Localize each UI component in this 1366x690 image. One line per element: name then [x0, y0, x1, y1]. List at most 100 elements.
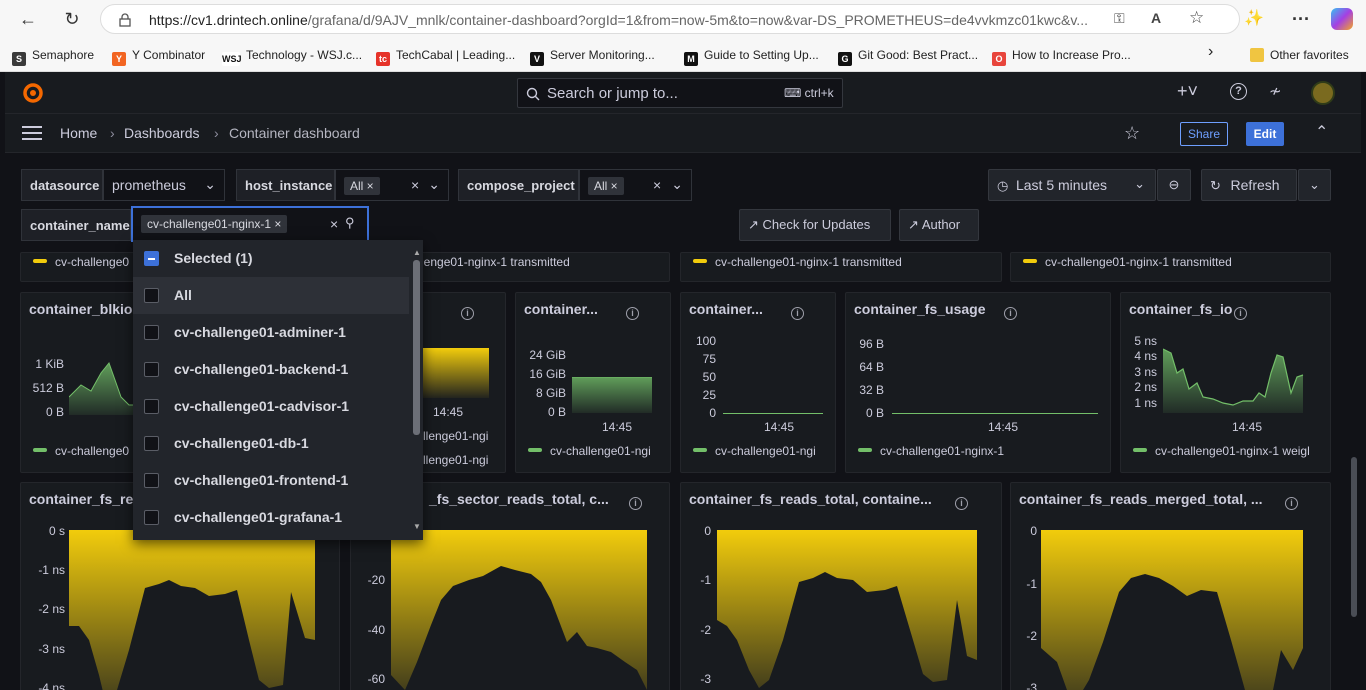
chevron-right-icon[interactable]: › — [1208, 44, 1213, 60]
read-aloud-icon[interactable]: A — [1151, 10, 1161, 26]
page-scrollbar[interactable] — [1351, 457, 1357, 617]
help-icon[interactable]: ? — [1230, 83, 1247, 100]
clear-icon[interactable]: × — [653, 177, 661, 193]
legend-item[interactable]: cv-challenge01-nginx-1 weigl — [1133, 444, 1310, 458]
panel-container-fs-io[interactable]: container_fs_io i 5 ns 4 ns 3 ns 2 ns 1 … — [1120, 292, 1331, 473]
check-updates-link[interactable]: ↗ Check for Updates — [739, 209, 891, 241]
y-tick: 0 s — [48, 524, 65, 538]
menu-icon[interactable] — [22, 126, 42, 140]
y-tick: 1 ns — [1134, 396, 1157, 410]
refresh-button[interactable]: ↻ Refresh — [1201, 169, 1297, 201]
info-icon[interactable]: i — [791, 303, 804, 321]
dropdown-option[interactable]: cv-challenge01-grafana-1 — [133, 499, 409, 536]
checkbox-icon — [144, 362, 159, 377]
info-icon[interactable]: i — [955, 493, 968, 511]
other-favorites[interactable]: Other favorites — [1250, 47, 1349, 63]
info-icon[interactable]: i — [461, 303, 474, 321]
panel-container-fs-reads-total[interactable]: container_fs_reads_total, containe... i … — [680, 482, 1002, 690]
server-monitoring-icon: V — [530, 52, 544, 66]
breadcrumb-home[interactable]: Home — [60, 125, 97, 141]
bookmark-semaphore[interactable]: S Semaphore — [12, 47, 94, 66]
chevron-down-icon: ⌄ — [671, 176, 683, 192]
dropdown-option[interactable]: All — [133, 277, 409, 314]
legend-item[interactable]: llenge01-ngi — [423, 429, 488, 443]
zoom-out-button[interactable]: ⊖ — [1157, 169, 1191, 201]
copilot-icon[interactable] — [1331, 8, 1353, 30]
var-datasource-select[interactable]: prometheus ⌄ — [103, 169, 225, 201]
reload-icon[interactable]: ↻ — [58, 6, 86, 32]
var-host-instance-select[interactable]: All × × ⌄ — [335, 169, 449, 201]
breadcrumb-dashboards[interactable]: Dashboards — [124, 125, 200, 141]
legend-item[interactable]: cv-challenge01-nginx-1 transmitted — [693, 255, 902, 269]
scroll-down-icon[interactable]: ▼ — [413, 522, 421, 531]
avatar[interactable] — [1311, 81, 1335, 105]
y-tick: -2 — [1026, 629, 1037, 643]
search-input[interactable]: Search or jump to... ⌨ ctrl+k — [517, 78, 843, 108]
info-icon[interactable]: i — [1004, 303, 1017, 321]
panel-container-fs-reads-merged[interactable]: container_fs_reads_merged_total, ... i 0… — [1010, 482, 1331, 690]
bookmark-techcabal[interactable]: tc TechCabal | Leading... — [376, 47, 515, 66]
legend-item[interactable]: cv-challenge01-ngi — [693, 444, 816, 458]
dropdown-option[interactable]: cv-challenge01-db-1 — [133, 425, 409, 462]
chevron-up-icon[interactable]: ⌃ — [1315, 122, 1328, 142]
scroll-up-icon[interactable]: ▲ — [413, 248, 421, 257]
legend-item[interactable]: cv-challenge0 — [33, 255, 129, 269]
y-tick: -1 — [700, 573, 711, 587]
panel-container-cpu[interactable]: container... i 100 75 50 25 0 14:45 cv-c… — [680, 292, 836, 473]
extensions-icon[interactable]: ✨ — [1240, 6, 1268, 32]
dropdown-selected-header[interactable]: Selected (1) — [133, 240, 409, 277]
rss-icon[interactable]: ≁ — [1269, 82, 1282, 100]
dropdown-option[interactable]: cv-challenge01-backend-1 — [133, 351, 409, 388]
author-link[interactable]: ↗ Author — [899, 209, 979, 241]
clock-icon: ◷ — [997, 178, 1009, 193]
info-icon[interactable]: i — [1285, 493, 1298, 511]
bookmark-guide[interactable]: M Guide to Setting Up... — [684, 47, 819, 66]
y-tick: 0 B — [547, 405, 566, 419]
bookmark-ycombinator[interactable]: YY Combinator — [112, 47, 205, 66]
more-icon[interactable]: ··· — [1287, 6, 1315, 32]
bookmark-wsj[interactable]: WSJ Technology - WSJ.c... — [222, 47, 362, 66]
key-icon[interactable]: ⚿ — [1114, 10, 1125, 27]
refresh-interval-button[interactable]: ⌄ — [1298, 169, 1331, 201]
var-container-name-select[interactable]: cv-challenge01-nginx-1 × × ⚲ — [131, 206, 369, 242]
address-bar[interactable]: https://cv1.drintech.online/grafana/d/9A… — [100, 4, 1240, 34]
add-new-icon[interactable]: +˅ — [1177, 81, 1198, 102]
panel-container-mem[interactable]: container... i 24 GiB 16 GiB 8 GiB 0 B 1… — [515, 292, 671, 473]
panel-container-fs-usage[interactable]: container_fs_usage i 96 B 64 B 32 B 0 B … — [845, 292, 1111, 473]
bookmark-increase[interactable]: O How to Increase Pro... — [992, 47, 1131, 66]
star-icon[interactable]: ☆ — [1124, 123, 1140, 144]
legend-item[interactable]: cv-challenge0 — [33, 444, 129, 458]
info-icon[interactable]: i — [1234, 303, 1247, 321]
bookmark-git-good[interactable]: G Git Good: Best Pract... — [838, 47, 978, 66]
y-tick: -1 ns — [38, 563, 65, 577]
fs-reads-merged-chart — [1041, 530, 1303, 690]
dropdown-scrollbar[interactable] — [413, 260, 420, 435]
share-button[interactable]: Share — [1180, 122, 1228, 146]
var-compose-project-select[interactable]: All × × ⌄ — [579, 169, 692, 201]
clear-icon[interactable]: × — [411, 177, 419, 193]
favorite-star-icon[interactable]: ☆ — [1189, 8, 1204, 28]
back-icon[interactable]: ← — [14, 6, 42, 32]
fs-usage-series-line — [892, 413, 1098, 414]
panel-title: container... — [689, 301, 763, 317]
info-icon[interactable]: i — [629, 493, 642, 511]
info-icon[interactable]: i — [626, 303, 639, 321]
compose-chip[interactable]: All × — [588, 177, 624, 195]
host-chip[interactable]: All × — [344, 177, 380, 195]
edit-button[interactable]: Edit — [1246, 122, 1284, 146]
bookmark-server-monitoring[interactable]: V Server Monitoring... — [530, 47, 655, 66]
dropdown-option[interactable]: cv-challenge01-cadvisor-1 — [133, 388, 409, 425]
dropdown-option[interactable]: cv-challenge01-adminer-1 — [133, 314, 409, 351]
dropdown-option[interactable]: cv-challenge01-frontend-1 — [133, 462, 409, 499]
legend-item[interactable]: llenge01-ngi — [423, 453, 488, 467]
container-chip[interactable]: cv-challenge01-nginx-1 × — [141, 215, 288, 233]
y-tick: 0 B — [865, 406, 884, 420]
time-range-picker[interactable]: ◷ Last 5 minutes ⌄ — [988, 169, 1156, 201]
clear-icon[interactable]: × — [330, 216, 338, 232]
legend-item[interactable]: cv-challenge01-nginx-1 transmitted — [1023, 255, 1232, 269]
legend-item[interactable]: cv-challenge01-nginx-1 — [858, 444, 1004, 458]
grafana-logo-icon[interactable] — [21, 81, 45, 105]
y-tick: 1 KiB — [35, 357, 64, 371]
legend-item[interactable]: cv-challenge01-ngi — [528, 444, 651, 458]
legend-item[interactable]: lenge01-nginx-1 transmitted — [421, 255, 570, 269]
